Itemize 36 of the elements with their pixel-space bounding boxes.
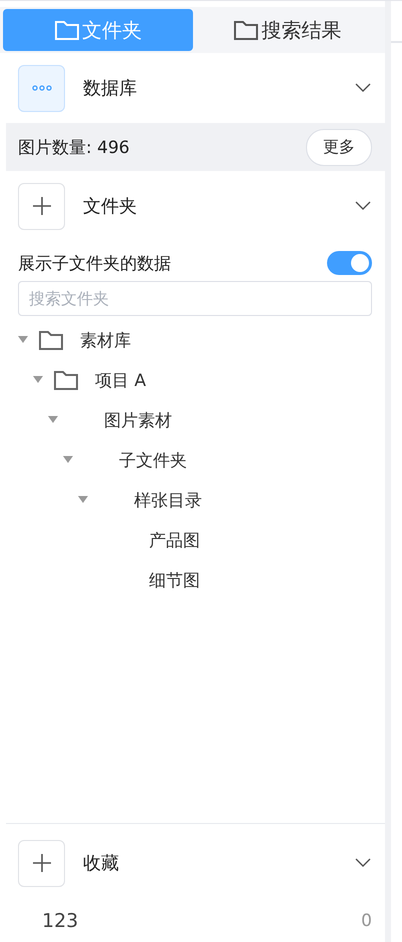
expand-arrow-icon[interactable]	[18, 336, 28, 344]
tab[interactable]: 搜索结果	[192, 9, 382, 51]
tree-item[interactable]: 项目 A	[95, 368, 146, 392]
tree-item[interactable]: 样张目录	[134, 488, 202, 512]
toggle-label: 展示子文件夹的数据	[18, 252, 171, 274]
section-title: 数据库	[83, 77, 138, 100]
plus-icon	[32, 853, 52, 873]
folder-icon	[233, 19, 260, 41]
image-count: 图片数量: 496	[17, 136, 130, 158]
tree-item[interactable]: 子文件夹	[119, 448, 187, 472]
chevron-icon[interactable]	[355, 858, 371, 868]
toggle-switch[interactable]	[327, 251, 372, 275]
more-button[interactable]: 更多	[306, 128, 372, 166]
section-title: 文件夹	[83, 195, 138, 218]
section-title: 收藏	[83, 852, 120, 875]
favorite-count: 0	[361, 911, 372, 931]
tree-item[interactable]: 产品图	[149, 528, 200, 552]
tree-item[interactable]: 图片素材	[104, 408, 172, 432]
add-button[interactable]	[18, 182, 65, 230]
expand-arrow-icon[interactable]	[63, 456, 73, 464]
chevron-icon[interactable]	[355, 83, 371, 93]
tree-item[interactable]: 细节图	[149, 568, 200, 592]
folder-icon	[54, 19, 80, 41]
expand-arrow-icon[interactable]	[48, 416, 58, 424]
expand-arrow-icon[interactable]	[78, 496, 88, 504]
more-icon	[32, 85, 52, 91]
favorite-name[interactable]: 123	[42, 910, 78, 932]
add-button[interactable]	[18, 840, 65, 886]
chevron-icon[interactable]	[355, 201, 371, 211]
folder-icon	[38, 329, 64, 351]
search-field[interactable]: 搜索文件夹	[18, 281, 372, 316]
folder-icon	[53, 369, 79, 391]
expand-arrow-icon[interactable]	[33, 376, 43, 384]
database-button[interactable]	[18, 64, 65, 112]
plus-icon	[32, 196, 52, 216]
tree-item[interactable]: 素材库	[80, 328, 131, 352]
